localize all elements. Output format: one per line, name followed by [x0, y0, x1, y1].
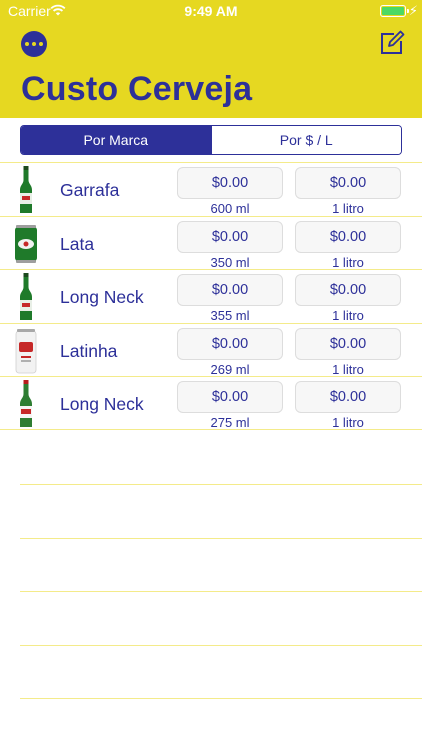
list-item[interactable]: Lata $0.00 $0.00 350 ml 1 litro	[0, 215, 422, 270]
per-unit-label: 1 litro	[332, 254, 364, 270]
charging-bolt-icon: ⚡	[408, 3, 418, 18]
price-per-liter-field[interactable]: $0.00	[295, 274, 401, 307]
green-bottle-icon	[20, 273, 32, 321]
price-per-liter-field[interactable]: $0.00	[295, 327, 401, 360]
green-bottle-icon	[20, 166, 32, 213]
price-per-liter-field[interactable]: $0.00	[295, 220, 401, 253]
header-bar: Carrier 9:49 AM ⚡ Custo Cerveja	[0, 0, 422, 118]
price-per-liter-field[interactable]: $0.00	[295, 381, 401, 414]
white-can-icon	[15, 328, 37, 374]
compose-button[interactable]	[379, 30, 405, 56]
battery-icon	[380, 5, 409, 17]
volume-label: 275 ml	[210, 415, 250, 431]
volume-label: 350 ml	[210, 254, 250, 270]
segment-por-litro[interactable]: Por $ / L	[210, 126, 401, 154]
divider	[20, 538, 422, 539]
per-unit-label: 1 litro	[332, 415, 364, 431]
beer-list: Garrafa $0.00 $0.00 600 ml 1 litro Lata …	[0, 162, 422, 430]
clock: 9:49 AM	[184, 3, 238, 19]
volume-label: 269 ml	[210, 361, 250, 377]
price-per-liter-field[interactable]: $0.00	[295, 167, 401, 199]
status-bar: Carrier 9:49 AM ⚡	[0, 0, 422, 22]
page-title: Custo Cerveja	[21, 70, 253, 108]
green-can-icon	[15, 224, 37, 263]
price-field[interactable]: $0.00	[177, 167, 283, 199]
price-field[interactable]: $0.00	[177, 381, 283, 414]
price-field[interactable]: $0.00	[177, 274, 283, 307]
list-item[interactable]: Long Neck $0.00 $0.00 275 ml 1 litro	[0, 376, 422, 430]
per-unit-label: 1 litro	[332, 201, 364, 216]
divider	[20, 645, 422, 646]
brand-label: Lata	[60, 233, 95, 254]
brand-label: Garrafa	[60, 180, 120, 200]
sort-segmented-control: Por Marca Por $ / L	[20, 125, 402, 155]
red-label-bottle-icon	[20, 380, 32, 428]
list-item[interactable]: Latinha $0.00 $0.00 269 ml 1 litro	[0, 322, 422, 377]
divider	[20, 698, 422, 699]
list-item[interactable]: Garrafa $0.00 $0.00 600 ml 1 litro	[0, 162, 422, 216]
more-icon	[25, 42, 29, 46]
more-options-button[interactable]	[21, 31, 47, 57]
divider	[20, 484, 422, 485]
per-unit-label: 1 litro	[332, 308, 364, 324]
volume-label: 355 ml	[210, 308, 250, 324]
divider	[20, 591, 422, 592]
list-item[interactable]: Long Neck $0.00 $0.00 355 ml 1 litro	[0, 269, 422, 323]
brand-label: Long Neck	[60, 394, 144, 415]
brand-label: Long Neck	[60, 287, 144, 308]
volume-label: 600 ml	[210, 201, 250, 216]
segment-por-marca[interactable]: Por Marca	[21, 126, 211, 154]
brand-label: Latinha	[60, 340, 118, 361]
price-field[interactable]: $0.00	[177, 327, 283, 360]
per-unit-label: 1 litro	[332, 361, 364, 377]
price-field[interactable]: $0.00	[177, 220, 283, 253]
